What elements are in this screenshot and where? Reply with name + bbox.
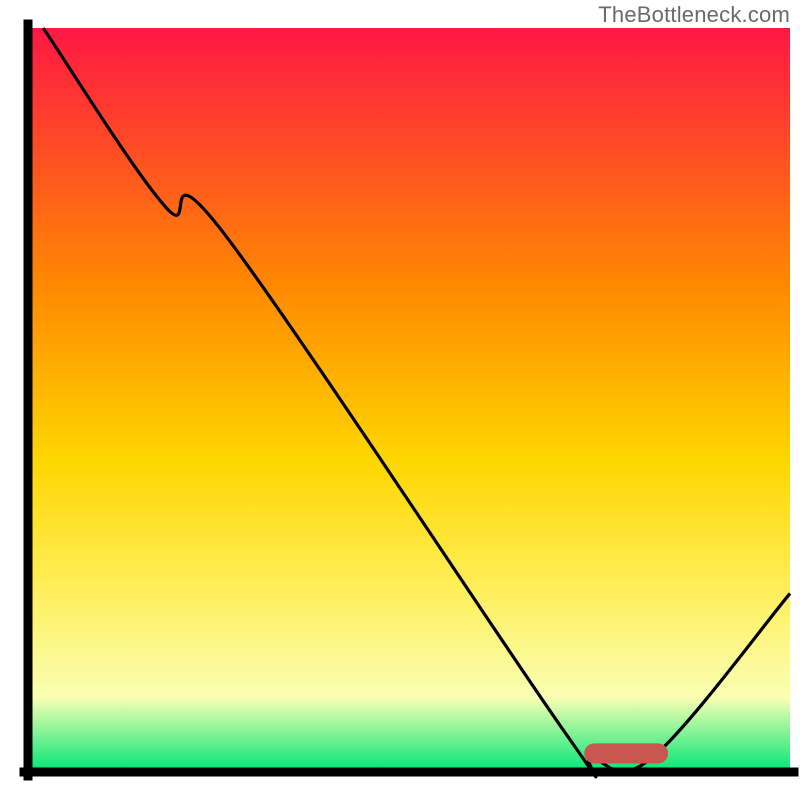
attribution-text: TheBottleneck.com [598, 2, 790, 28]
bottleneck-chart: TheBottleneck.com [0, 0, 800, 800]
plot-background [28, 28, 790, 772]
optimal-marker [584, 743, 668, 763]
chart-svg [0, 0, 800, 800]
